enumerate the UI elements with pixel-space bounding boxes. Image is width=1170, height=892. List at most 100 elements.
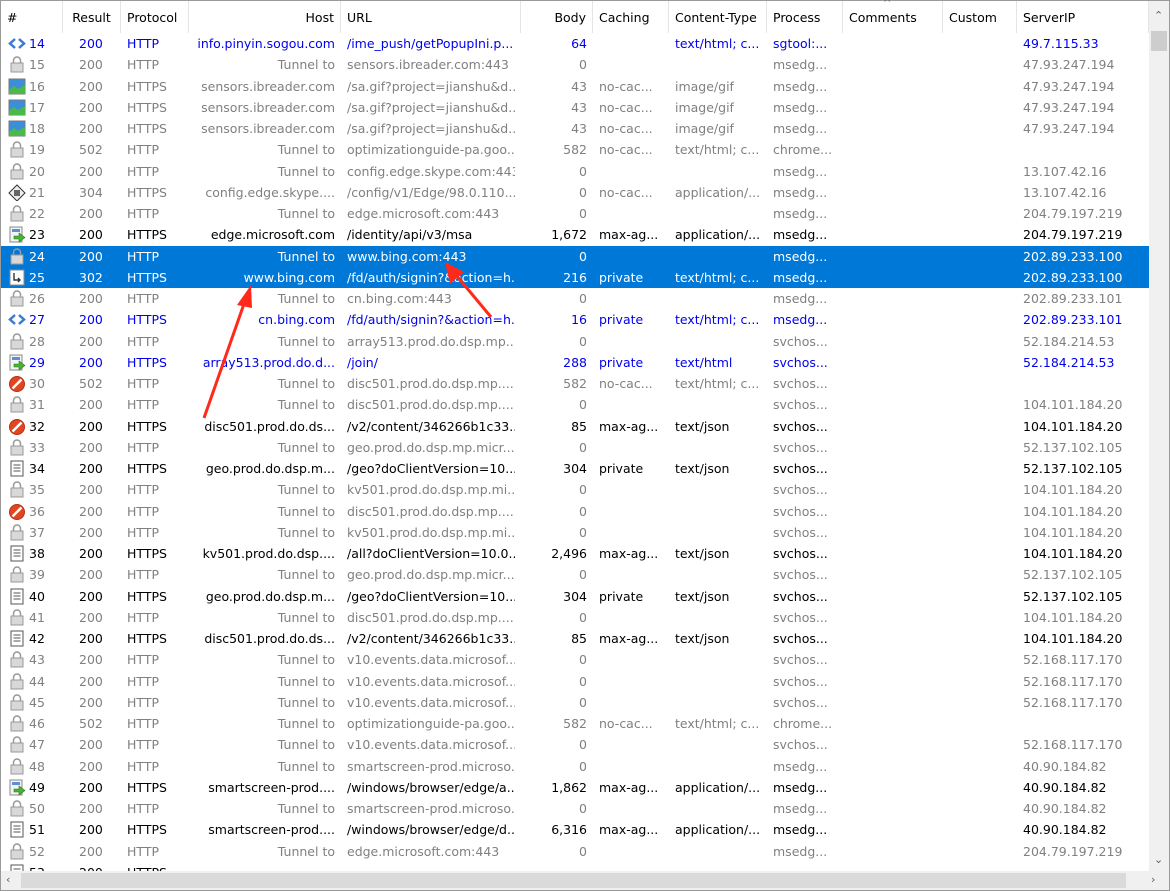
session-row[interactable]: 30 502 HTTP Tunnel to disc501.prod.do.dsp.mp… — [1, 373, 1149, 394]
session-row[interactable]: 19 502 HTTP Tunnel to optimizationguide-pa.g… — [1, 139, 1149, 160]
cell-caching: no-cac... — [599, 99, 653, 115]
cell-url: config.edge.skype.com:443 — [347, 163, 515, 179]
session-row[interactable]: 41 200 HTTP Tunnel to disc501.prod.do.dsp.mp… — [1, 607, 1149, 628]
session-row[interactable]: 52 200 HTTP Tunnel to edge.microsoft.com:443… — [1, 841, 1149, 862]
session-row[interactable]: 32 200 HTTPS disc501.prod.do.ds... /v2/conte… — [1, 416, 1149, 437]
session-row[interactable]: 15 200 HTTP Tunnel to sensors.ibreader.com:4… — [1, 54, 1149, 75]
cell-content-type — [675, 607, 761, 628]
session-list[interactable]: 14 200 HTTP info.pinyin.sogou.com/ime_push/… — [1, 33, 1149, 871]
session-row[interactable]: 47 200 HTTP Tunnel to v10.events.data.micros… — [1, 734, 1149, 755]
cell-caching — [599, 437, 663, 458]
session-row[interactable]: 21 304 HTTPS config.edge.skype.... /config/v… — [1, 182, 1149, 203]
column-header-custom[interactable]: Custom — [943, 1, 1017, 33]
session-row[interactable]: 40 200 HTTPS geo.prod.do.dsp.m... /geo?doCli… — [1, 586, 1149, 607]
cell-host: Tunnel to — [277, 248, 335, 264]
cell-custom — [949, 713, 1011, 734]
scroll-up-icon[interactable]: ⌃ — [1154, 9, 1163, 22]
lock-icon — [10, 566, 24, 583]
scroll-down-icon[interactable]: ⌄ — [1154, 853, 1163, 866]
session-row[interactable]: 31 200 HTTP Tunnel to disc501.prod.do.dsp.mp… — [1, 394, 1149, 415]
session-row[interactable]: 25 302 HTTPS www.bing.com/fd/auth/signin?&a… — [1, 266, 1149, 288]
cell-id: 45 — [29, 694, 45, 710]
session-row[interactable]: 23 200 HTTPS edge.microsoft.com/identity/ap… — [1, 224, 1149, 245]
session-row[interactable]: 37 200 HTTP Tunnel to kv501.prod.do.dsp.mp.m… — [1, 522, 1149, 543]
session-row[interactable]: 14 200 HTTP info.pinyin.sogou.com/ime_push/… — [1, 33, 1149, 54]
scroll-right-icon[interactable]: › — [1151, 873, 1155, 886]
lock-icon — [10, 736, 24, 753]
session-row[interactable]: 24 200 HTTP Tunnel to www.bing.com:443 0 msedg… — [1, 245, 1149, 267]
cell-server-ip: 52.137.102.105 — [1023, 588, 1123, 604]
session-row[interactable]: 50 200 HTTP Tunnel to smartscreen-prod.micro… — [1, 798, 1149, 819]
cell-comments — [849, 54, 937, 75]
column-header-body[interactable]: Body — [521, 1, 593, 33]
column-header-caching[interactable]: Caching — [593, 1, 669, 33]
cell-host: edge.microsoft.com — [210, 227, 335, 243]
column-header-host[interactable]: Host — [189, 1, 341, 33]
cell-result: 200 — [79, 546, 103, 561]
cell-process: msedg... — [773, 758, 828, 774]
horizontal-scrollbar[interactable]: ‹ › — [1, 871, 1169, 890]
cell-comments — [849, 777, 937, 798]
session-row[interactable]: 28 200 HTTP Tunnel to array513.prod.do.dsp.m… — [1, 331, 1149, 352]
session-row[interactable]: 46 502 HTTP Tunnel to optimizationguide-pa.g… — [1, 713, 1149, 734]
column-header-server-ip[interactable]: ServerIP — [1017, 1, 1149, 33]
session-row[interactable]: 48 200 HTTP Tunnel to smartscreen-prod.micro… — [1, 756, 1149, 777]
session-row[interactable]: 17 200 HTTPS sensors.ibreader.com/sa.gif?pr… — [1, 97, 1149, 118]
cell-comments — [849, 586, 937, 607]
scroll-left-icon[interactable]: ‹ — [6, 873, 10, 886]
session-row[interactable]: 16 200 HTTPS sensors.ibreader.com/sa.gif?pr… — [1, 76, 1149, 97]
column-header-process[interactable]: Process — [767, 1, 843, 33]
session-row[interactable]: 49 200 HTTPS smartscreen-prod.... /windows/b… — [1, 777, 1149, 798]
cell-process: svchos... — [773, 567, 828, 583]
column-header-result[interactable]: Result — [63, 1, 121, 33]
cell-custom — [949, 373, 1011, 394]
cell-caching: no-cac... — [599, 376, 653, 391]
column-header-comments[interactable]: Comments — [843, 1, 943, 33]
session-row[interactable]: 36 200 HTTP Tunnel to disc501.prod.do.dsp.mp… — [1, 501, 1149, 522]
cell-host: Tunnel to — [277, 291, 335, 306]
cell-result: 200 — [79, 461, 103, 476]
lock-icon — [10, 290, 24, 307]
cell-server-ip: 13.107.42.16 — [1023, 184, 1107, 200]
session-row[interactable]: 43 200 HTTP Tunnel to v10.events.data.micros… — [1, 649, 1149, 670]
cell-content-type: text/html; c... — [675, 376, 760, 391]
column-header-id[interactable]: # — [1, 1, 63, 33]
session-row[interactable]: 22 200 HTTP Tunnel to edge.microsoft.com:443… — [1, 203, 1149, 224]
cell-protocol: HTTP — [127, 652, 159, 668]
vertical-scroll-thumb[interactable] — [1151, 31, 1167, 51]
cell-comments — [849, 607, 937, 628]
cell-custom — [949, 182, 1011, 203]
cell-url: /geo?doClientVersion=10.... — [347, 461, 515, 476]
cell-url: /fd/auth/signin?&action=h... — [347, 312, 515, 328]
cell-caching — [599, 394, 663, 415]
session-row[interactable]: 35 200 HTTP Tunnel to kv501.prod.do.dsp.mp.m… — [1, 479, 1149, 500]
cell-id: 28 — [29, 333, 45, 349]
session-row[interactable]: 20 200 HTTP Tunnel to config.edge.skype.com:… — [1, 161, 1149, 182]
cell-id: 22 — [29, 206, 45, 221]
session-row[interactable]: 38 200 HTTPS kv501.prod.do.dsp.... /all?doCl… — [1, 543, 1149, 564]
session-row[interactable]: 34 200 HTTPS geo.prod.do.dsp.m... /geo?doCli… — [1, 458, 1149, 479]
cell-body: 0 — [579, 482, 587, 498]
cell-custom — [949, 586, 1011, 607]
session-row[interactable]: 51 200 HTTPS smartscreen-prod.... /windows/b… — [1, 819, 1149, 840]
cell-result: 200 — [79, 354, 103, 370]
horizontal-scroll-thumb[interactable] — [21, 873, 1126, 888]
vertical-scrollbar[interactable]: ⌃ ⌄ — [1149, 1, 1169, 871]
column-header-url[interactable]: URL — [341, 1, 521, 33]
session-row[interactable]: 45 200 HTTP Tunnel to v10.events.data.micros… — [1, 692, 1149, 713]
session-row[interactable]: 27 200 HTTPS cn.bing.com/fd/auth/signin?&ac… — [1, 309, 1149, 330]
session-row[interactable]: 39 200 HTTP Tunnel to geo.prod.do.dsp.mp.mic… — [1, 564, 1149, 585]
cell-process: msedg... — [773, 163, 828, 179]
session-row[interactable]: 29 200 HTTPS array513.prod.do.d... /join/288… — [1, 352, 1149, 373]
column-header-protocol[interactable]: Protocol — [121, 1, 189, 33]
cell-protocol: HTTPS — [127, 99, 167, 115]
session-row[interactable]: 26 200 HTTP Tunnel to cn.bing.com:443 0 msedg.… — [1, 288, 1149, 309]
cell-host: Tunnel to — [277, 716, 335, 731]
column-header-content-type[interactable]: Content-Type — [669, 1, 767, 33]
cell-host: sensors.ibreader.com — [201, 121, 335, 136]
session-row[interactable]: 44 200 HTTP Tunnel to v10.events.data.micros… — [1, 671, 1149, 692]
session-row[interactable]: 18 200 HTTPS sensors.ibreader.com/sa.gif?pr… — [1, 118, 1149, 139]
session-row[interactable]: 33 200 HTTP Tunnel to geo.prod.do.dsp.mp.mic… — [1, 437, 1149, 458]
session-row[interactable]: 53 200HTTPS — [1, 862, 1149, 871]
session-row[interactable]: 42 200 HTTPS disc501.prod.do.ds... /v2/conte… — [1, 628, 1149, 649]
